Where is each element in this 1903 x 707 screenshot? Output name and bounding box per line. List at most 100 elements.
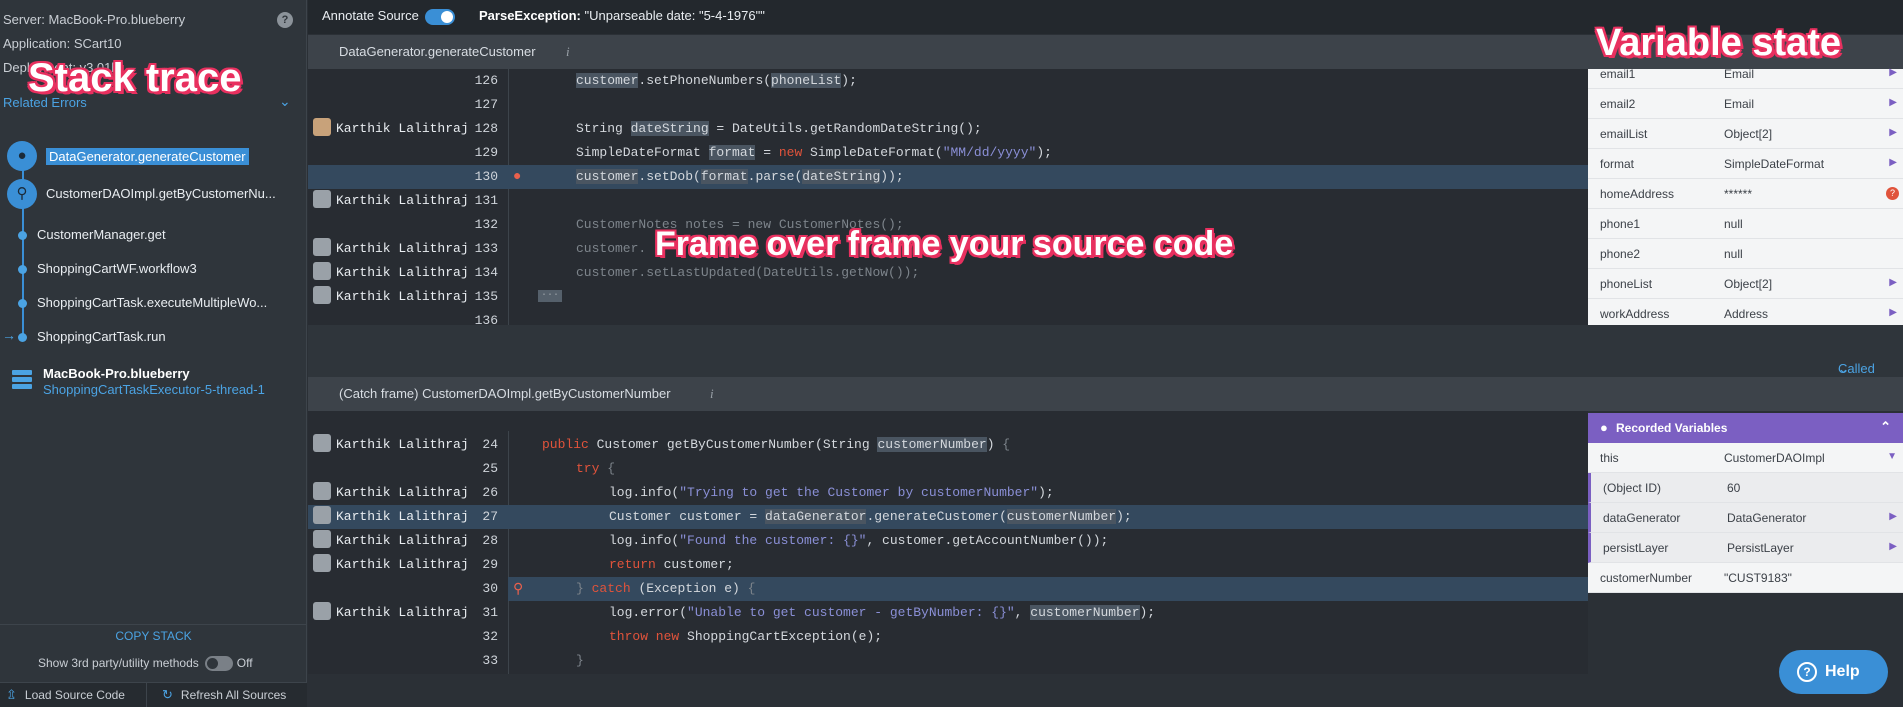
- variable-row[interactable]: phone2 null: [1588, 239, 1903, 269]
- collapse-arrow-icon[interactable]: ▼: [1887, 451, 1897, 462]
- variable-state-overlay: Variable state: [1596, 22, 1842, 64]
- frame-dot-icon: [18, 333, 27, 342]
- author-name: Karthik Lalithraj: [336, 121, 469, 136]
- variable-value: 60: [1727, 481, 1741, 495]
- app-root: Server: MacBook-Pro.blueberry ? Applicat…: [0, 0, 1903, 707]
- info-icon[interactable]: i: [566, 44, 570, 60]
- chevron-up-icon[interactable]: ⌃: [1880, 419, 1891, 435]
- expand-arrow-icon[interactable]: ▶: [1889, 277, 1897, 288]
- code-line: 126 customer.setPhoneNumbers(phoneList);: [308, 69, 1588, 93]
- code-line: Karthik Lalithraj 135 ...: [308, 285, 1588, 309]
- load-source-button[interactable]: ⇫ Load Source Code: [6, 687, 125, 703]
- variable-value: null: [1724, 247, 1743, 261]
- stack-frame-3[interactable]: CustomerManager.get: [0, 223, 300, 247]
- author-name: Karthik Lalithraj: [336, 437, 469, 452]
- help-label: Help: [1825, 663, 1860, 680]
- variable-row[interactable]: emailList Object[2] ▶: [1588, 119, 1903, 149]
- expand-arrow-icon[interactable]: ▶: [1889, 511, 1897, 522]
- help-button[interactable]: ? Help: [1779, 650, 1888, 694]
- question-icon: ?: [1797, 662, 1817, 682]
- variable-row[interactable]: phoneList Object[2] ▶: [1588, 269, 1903, 299]
- author-annotation: Karthik Lalithraj: [313, 530, 469, 549]
- related-errors-link[interactable]: Related Errors: [3, 95, 87, 110]
- avatar: [313, 434, 331, 453]
- stack-frame-2[interactable]: ⚲ CustomerDAOImpl.getByCustomerNu...: [0, 179, 300, 209]
- code-line: 30: [308, 577, 508, 601]
- recorded-variables-title: Recorded Variables: [1616, 421, 1728, 435]
- variable-row[interactable]: email2 Email ▶: [1588, 89, 1903, 119]
- code-text: log.error("Unable to get customer - getB…: [609, 605, 1156, 620]
- expand-arrow-icon[interactable]: ▶: [1889, 67, 1897, 78]
- question-icon[interactable]: ?: [1886, 187, 1899, 200]
- variable-name: (Object ID): [1603, 481, 1662, 495]
- third-party-toggle[interactable]: [204, 656, 233, 672]
- refresh-sources-button[interactable]: ↻ Refresh All Sources: [162, 687, 286, 703]
- line-number: 28: [482, 533, 498, 548]
- line-number: 30: [482, 581, 498, 596]
- stack-frame-label: CustomerDAOImpl.getByCustomerNu...: [46, 186, 276, 201]
- line-number: 128: [474, 121, 498, 136]
- variable-row[interactable]: phone1 null: [1588, 209, 1903, 239]
- expand-arrow-icon[interactable]: ▶: [1889, 127, 1897, 138]
- variable-value: "CUST9183": [1724, 571, 1792, 585]
- code-text: customer.: [576, 241, 647, 256]
- stack-frame-label: ShoppingCartTask.run: [37, 329, 166, 344]
- variable-row[interactable]: customerNumber "CUST9183": [1588, 563, 1903, 593]
- called-by-bar: Called by ⌄: [308, 325, 1903, 391]
- author-annotation: Karthik Lalithraj: [313, 602, 469, 621]
- variable-value: Address: [1724, 307, 1769, 321]
- expand-arrow-icon[interactable]: ▶: [1889, 307, 1897, 318]
- frame-dot-icon: [18, 265, 27, 274]
- expand-arrow-icon[interactable]: ▶: [1889, 97, 1897, 108]
- author-annotation: Karthik Lalithraj: [313, 482, 469, 501]
- variable-value: Email: [1724, 67, 1755, 81]
- thread-link[interactable]: ShoppingCartTaskExecutor-5-thread-1: [43, 382, 265, 397]
- source-code-frame-1: 126 customer.setPhoneNumbers(phoneList);…: [308, 69, 1588, 325]
- variable-value: ******: [1724, 187, 1753, 201]
- refresh-sources-label: Refresh All Sources: [180, 688, 287, 702]
- line-number: 32: [482, 629, 498, 644]
- variable-name: email1: [1600, 67, 1636, 81]
- variable-row[interactable]: (Object ID) 60: [1588, 473, 1903, 503]
- recorded-variables-header[interactable]: ● Recorded Variables ⌃: [1588, 413, 1903, 443]
- code-line: 32 throw new ShoppingCartException(e);: [308, 625, 1588, 649]
- expand-arrow-icon[interactable]: ▶: [1889, 157, 1897, 168]
- author-name: Karthik Lalithraj: [336, 509, 469, 524]
- stack-frame-4[interactable]: ShoppingCartWF.workflow3: [0, 257, 300, 281]
- author-name: Karthik Lalithraj: [336, 241, 469, 256]
- code-text: try {: [576, 461, 616, 476]
- info-icon[interactable]: i: [710, 386, 714, 402]
- author-name: Karthik Lalithraj: [336, 289, 469, 304]
- help-icon[interactable]: ?: [277, 12, 293, 28]
- variable-row[interactable]: dataGenerator DataGenerator ▶: [1588, 503, 1903, 533]
- stack-frame-1[interactable]: ● DataGenerator.generateCustomer: [0, 141, 300, 171]
- code-text: customer.setDob(format.parse(dateString)…: [576, 169, 904, 184]
- arrow-right-icon: →: [2, 327, 16, 343]
- copy-stack-button[interactable]: COPY STACK: [0, 624, 307, 646]
- frame-dot-icon: [18, 299, 27, 308]
- frame-over-frame-overlay: Frame over frame your source code: [655, 225, 1234, 263]
- collapsed-code-icon[interactable]: ...: [538, 289, 562, 302]
- variable-row[interactable]: persistLayer PersistLayer ▶: [1588, 533, 1903, 563]
- avatar: [313, 530, 331, 549]
- author-name: Karthik Lalithraj: [336, 485, 469, 500]
- line-number: 134: [474, 265, 498, 280]
- line-number: 127: [474, 97, 498, 112]
- variable-row[interactable]: this CustomerDAOImpl ▼: [1588, 443, 1903, 473]
- variable-row[interactable]: homeAddress ******?: [1588, 179, 1903, 209]
- variable-row[interactable]: format SimpleDateFormat ▶: [1588, 149, 1903, 179]
- application-info: Application: SCart10: [3, 36, 122, 51]
- stack-frame-5[interactable]: ShoppingCartTask.executeMultipleWo...: [0, 291, 300, 315]
- chevron-down-icon[interactable]: ⌄: [279, 93, 291, 110]
- variable-name: this: [1600, 451, 1619, 465]
- code-line-highlighted: 130 ● customer.setDob(format.parse(dateS…: [308, 165, 1588, 189]
- exception-summary: ParseException: "Unparseable date: "5-4-…: [479, 8, 765, 23]
- variable-name: format: [1600, 157, 1635, 171]
- variable-value: SimpleDateFormat: [1724, 157, 1825, 171]
- divider: [146, 683, 147, 707]
- stack-frame-6[interactable]: → ShoppingCartTask.run: [0, 325, 300, 349]
- frame-title: (Catch frame) CustomerDAOImpl.getByCusto…: [339, 386, 671, 401]
- annotate-source-toggle[interactable]: [425, 9, 455, 25]
- expand-arrow-icon[interactable]: ▶: [1889, 541, 1897, 552]
- code-text: customer.setPhoneNumbers(phoneList);: [576, 73, 857, 88]
